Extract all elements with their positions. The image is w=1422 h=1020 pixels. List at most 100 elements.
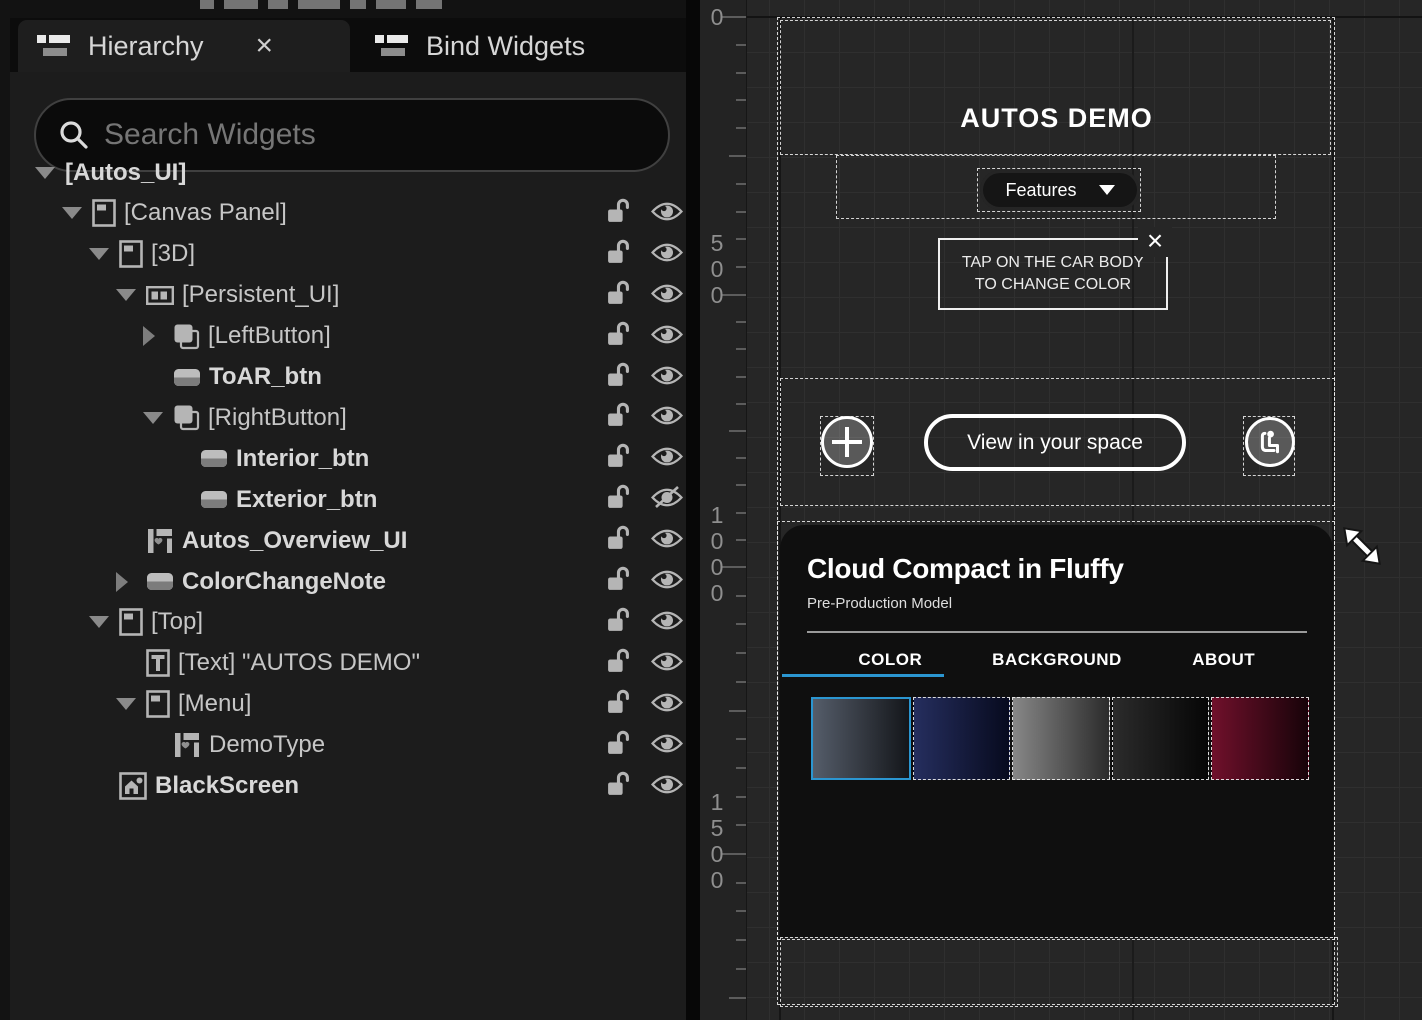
color-swatch-steel-blue[interactable]: [811, 697, 911, 780]
color-swatch-navy[interactable]: [912, 697, 1011, 780]
lock-icon[interactable]: [606, 770, 632, 797]
canvas-top-edge: [746, 16, 1422, 18]
lock-icon[interactable]: [606, 524, 632, 551]
tree-row-text-autos-demo[interactable]: [Text] "AUTOS DEMO": [10, 643, 792, 684]
ruler-tick: [736, 43, 746, 46]
color-change-note[interactable]: TAP ON THE CAR BODY TO CHANGE COLOR ×: [938, 227, 1172, 310]
expander-expanded-icon[interactable]: [89, 248, 109, 261]
eye-off-icon[interactable]: [650, 486, 684, 509]
eye-icon[interactable]: [650, 568, 684, 591]
lock-icon[interactable]: [606, 688, 632, 715]
ruler-tick: [729, 996, 746, 999]
eye-icon[interactable]: [650, 364, 684, 387]
ruler-tick: [736, 127, 746, 130]
expander-expanded-icon[interactable]: [116, 698, 136, 711]
card-subtitle: Pre-Production Model: [807, 595, 953, 612]
expander-collapsed-icon[interactable]: [116, 571, 128, 592]
view-in-your-space-button[interactable]: View in your space: [924, 414, 1186, 471]
tree-row-label: Interior_btn: [236, 444, 370, 472]
eye-icon[interactable]: [650, 404, 684, 427]
ruler-tick: [736, 910, 746, 913]
userwidget-icon: [146, 527, 174, 555]
ruler-tick: [736, 99, 746, 102]
expander-expanded-icon[interactable]: [62, 207, 82, 220]
ruler-tick: [736, 182, 746, 185]
ruler-tick: [736, 210, 746, 213]
ruler-tick: [736, 266, 746, 269]
overview-card[interactable]: Cloud Compact in Fluffy Pre-Production M…: [780, 525, 1333, 937]
ruler-tick: [736, 71, 746, 74]
eye-icon[interactable]: [650, 445, 684, 468]
tree-row-autos-overview-ui[interactable]: Autos_Overview_UI: [10, 520, 792, 561]
interior-seat-button[interactable]: [1245, 417, 1295, 467]
tree-row-colorchangenote[interactable]: ColorChangeNote: [10, 561, 792, 602]
expander-expanded-icon[interactable]: [116, 289, 136, 302]
eye-icon[interactable]: [650, 282, 684, 305]
vertical-ruler: 0 5 0 0 1 0 0 0 1 5 0 0: [700, 0, 747, 1020]
tree-row-3d[interactable]: [3D]: [10, 234, 765, 275]
eye-icon[interactable]: [650, 200, 684, 223]
close-note-icon[interactable]: ×: [1138, 227, 1172, 257]
text-widget-title[interactable]: AUTOS DEMO: [780, 96, 1333, 140]
tree-row-label: [3D]: [151, 240, 196, 268]
tree-row-label: ColorChangeNote: [182, 567, 386, 595]
tree-row-autos-ui[interactable]: [Autos_UI]: [10, 152, 711, 193]
eye-icon[interactable]: [650, 323, 684, 346]
panel-splitter[interactable]: [686, 0, 700, 1020]
tree-row-blackscreen[interactable]: BlackScreen: [10, 766, 765, 807]
lock-icon[interactable]: [606, 361, 632, 388]
tree-row-top[interactable]: [Top]: [10, 602, 765, 643]
tab-about[interactable]: ABOUT: [1140, 642, 1307, 678]
overlay-icon: [173, 404, 200, 431]
note-line-2: TO CHANGE COLOR: [974, 276, 1132, 293]
tree-row-label: [Menu]: [178, 690, 252, 718]
ruler-tick: [736, 824, 746, 827]
tree-row-persistent-ui[interactable]: [Persistent_UI]: [10, 275, 792, 316]
eye-icon[interactable]: [650, 650, 684, 673]
add-button[interactable]: [821, 416, 873, 468]
lock-icon[interactable]: [606, 647, 632, 674]
lock-icon[interactable]: [606, 606, 632, 633]
expander-expanded-icon[interactable]: [143, 411, 163, 424]
lock-icon[interactable]: [606, 483, 632, 510]
tab-color[interactable]: COLOR: [807, 642, 974, 678]
color-swatch-black[interactable]: [1111, 697, 1210, 780]
ruler-tick: [736, 680, 746, 683]
tree-row-menu[interactable]: [Menu]: [10, 684, 792, 725]
ruler-label-500: 5 0 0: [710, 230, 724, 308]
eye-icon[interactable]: [650, 527, 684, 550]
color-swatch-crimson[interactable]: [1211, 697, 1309, 780]
lock-icon[interactable]: [606, 442, 632, 469]
eye-icon[interactable]: [650, 773, 684, 796]
color-swatch-silver[interactable]: [1012, 697, 1110, 780]
lock-icon[interactable]: [606, 401, 632, 428]
lock-icon[interactable]: [606, 320, 632, 347]
eye-icon[interactable]: [650, 732, 684, 755]
expander-expanded-icon[interactable]: [35, 166, 55, 179]
eye-icon[interactable]: [650, 691, 684, 714]
expander-collapsed-icon[interactable]: [143, 326, 155, 347]
ruler-tick: [736, 375, 746, 378]
lock-icon[interactable]: [606, 197, 632, 224]
image-icon: [119, 772, 147, 800]
tree-row-canvas-panel[interactable]: [Canvas Panel]: [10, 193, 738, 234]
eye-icon[interactable]: [650, 609, 684, 632]
lock-icon[interactable]: [606, 279, 632, 306]
lock-icon[interactable]: [606, 565, 632, 592]
color-swatch-row: [811, 697, 1309, 780]
note-line-1: TAP ON THE CAR BODY: [961, 254, 1145, 271]
ruler-tick: [736, 623, 746, 626]
ruler-tick: [736, 511, 746, 514]
expander-expanded-icon[interactable]: [89, 616, 109, 629]
eye-icon[interactable]: [650, 241, 684, 264]
lock-icon[interactable]: [606, 729, 632, 756]
ruler-tick: [736, 939, 746, 942]
tree-row-label: [Text] "AUTOS DEMO": [178, 649, 420, 677]
canvas-panel-icon: [119, 240, 143, 269]
card-divider: [807, 631, 1307, 633]
ruler-tick: [736, 594, 746, 597]
tab-background[interactable]: BACKGROUND: [974, 642, 1141, 678]
features-dropdown-button[interactable]: Features: [980, 170, 1140, 210]
textblock-icon: [146, 649, 170, 678]
lock-icon[interactable]: [606, 238, 632, 265]
